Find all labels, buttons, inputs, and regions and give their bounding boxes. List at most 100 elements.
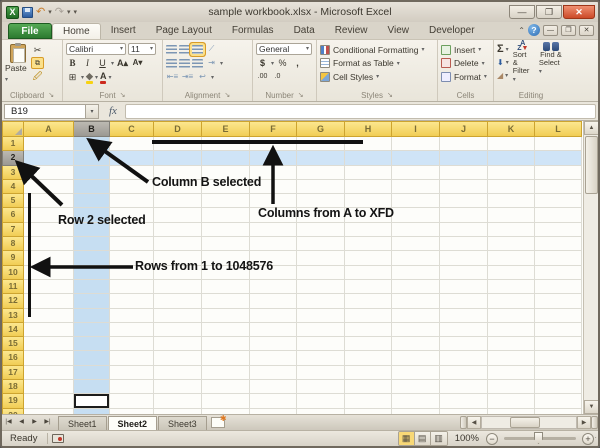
cell-B10[interactable] [74, 266, 110, 280]
workbook-close-button[interactable]: ✕ [579, 25, 594, 36]
cell-G20[interactable] [297, 409, 345, 414]
row-header-7[interactable]: 7 [2, 223, 24, 237]
cell-D1[interactable] [154, 137, 202, 151]
conditional-formatting-button[interactable]: Conditional Formatting▾ [320, 43, 434, 57]
cell-L9[interactable] [535, 251, 582, 265]
cell-D11[interactable] [154, 280, 202, 294]
tab-split-handle[interactable] [460, 416, 467, 429]
row-header-20[interactable]: 20 [2, 409, 24, 414]
cell-G7[interactable] [297, 223, 345, 237]
cell-A8[interactable] [24, 237, 74, 251]
prev-sheet-icon[interactable]: ◀ [15, 416, 28, 429]
copy-button[interactable]: ⧉ [31, 57, 44, 69]
formula-input[interactable] [125, 104, 596, 119]
cell-C18[interactable] [110, 380, 154, 394]
cell-C20[interactable] [110, 409, 154, 414]
cell-I13[interactable] [392, 309, 440, 323]
cell-D16[interactable] [154, 351, 202, 365]
sort-filter-button[interactable]: AZ▼ Sort & Filter ▾ [511, 42, 535, 90]
currency-dropdown-icon[interactable]: ▾ [271, 60, 274, 67]
cell-A19[interactable] [24, 394, 74, 408]
scroll-down-icon[interactable]: ▼ [584, 400, 598, 414]
align-right-icon[interactable] [192, 59, 203, 68]
top-align-icon[interactable] [166, 45, 177, 54]
cell-D5[interactable] [154, 194, 202, 208]
cell-F15[interactable] [250, 337, 297, 351]
cell-H9[interactable] [345, 251, 392, 265]
cell-L5[interactable] [535, 194, 582, 208]
cell-I16[interactable] [392, 351, 440, 365]
column-header-c[interactable]: C [110, 121, 154, 137]
tab-insert[interactable]: Insert [101, 23, 146, 39]
sheet-tab-sheet1[interactable]: Sheet1 [58, 416, 107, 431]
row-header-14[interactable]: 14 [2, 323, 24, 337]
currency-button[interactable]: $ [256, 57, 269, 69]
name-box-dropdown-icon[interactable]: ▾ [86, 104, 99, 119]
decrease-indent-icon[interactable]: ⇤≡ [166, 71, 179, 83]
tab-file[interactable]: File [8, 23, 52, 39]
cell-C3[interactable] [110, 166, 154, 180]
cell-B11[interactable] [74, 280, 110, 294]
cell-K12[interactable] [488, 294, 535, 308]
cell-E17[interactable] [202, 366, 250, 380]
cell-K11[interactable] [488, 280, 535, 294]
cell-A2[interactable] [24, 151, 74, 165]
cell-I20[interactable] [392, 409, 440, 414]
cell-J6[interactable] [440, 208, 488, 222]
column-header-e[interactable]: E [202, 121, 250, 137]
cell-F12[interactable] [250, 294, 297, 308]
cell-G8[interactable] [297, 237, 345, 251]
cell-A4[interactable] [24, 180, 74, 194]
fill-color-dropdown-icon[interactable]: ▾ [95, 74, 98, 81]
cell-E19[interactable] [202, 394, 250, 408]
cell-C19[interactable] [110, 394, 154, 408]
row-header-16[interactable]: 16 [2, 351, 24, 365]
cell-L2[interactable] [535, 151, 582, 165]
row-header-4[interactable]: 4 [2, 180, 24, 194]
horizontal-scroll-thumb[interactable] [510, 417, 540, 428]
row-header-2[interactable]: 2 [2, 151, 24, 165]
insert-button[interactable]: Insert▾ [441, 43, 490, 57]
cell-A9[interactable] [24, 251, 74, 265]
cell-G17[interactable] [297, 366, 345, 380]
cell-J7[interactable] [440, 223, 488, 237]
cell-I14[interactable] [392, 323, 440, 337]
cell-B15[interactable] [74, 337, 110, 351]
cell-A20[interactable] [24, 409, 74, 414]
cell-F18[interactable] [250, 380, 297, 394]
cell-D6[interactable] [154, 208, 202, 222]
cell-K17[interactable] [488, 366, 535, 380]
cell-I4[interactable] [392, 180, 440, 194]
cell-C1[interactable] [110, 137, 154, 151]
cell-A1[interactable] [24, 137, 74, 151]
cell-G15[interactable] [297, 337, 345, 351]
tab-page-layout[interactable]: Page Layout [146, 23, 222, 39]
cell-H20[interactable] [345, 409, 392, 414]
cell-G10[interactable] [297, 266, 345, 280]
cell-J1[interactable] [440, 137, 488, 151]
cell-H19[interactable] [345, 394, 392, 408]
cell-B8[interactable] [74, 237, 110, 251]
cell-A10[interactable] [24, 266, 74, 280]
cell-J14[interactable] [440, 323, 488, 337]
cell-E11[interactable] [202, 280, 250, 294]
middle-align-icon[interactable] [179, 45, 190, 54]
cell-H3[interactable] [345, 166, 392, 180]
column-header-j[interactable]: J [440, 121, 488, 137]
column-header-l[interactable]: L [535, 121, 582, 137]
restore-button[interactable]: ❐ [536, 5, 562, 19]
column-header-k[interactable]: K [488, 121, 535, 137]
cell-G4[interactable] [297, 180, 345, 194]
cell-F19[interactable] [250, 394, 297, 408]
last-sheet-icon[interactable]: ▶| [41, 416, 54, 429]
cell-D8[interactable] [154, 237, 202, 251]
cell-B17[interactable] [74, 366, 110, 380]
cell-J15[interactable] [440, 337, 488, 351]
cell-L12[interactable] [535, 294, 582, 308]
cell-J16[interactable] [440, 351, 488, 365]
cell-C4[interactable] [110, 180, 154, 194]
percent-button[interactable]: % [276, 57, 289, 69]
font-dialog-launcher-icon[interactable]: ↘ [120, 91, 126, 101]
row-header-13[interactable]: 13 [2, 309, 24, 323]
cell-A11[interactable] [24, 280, 74, 294]
